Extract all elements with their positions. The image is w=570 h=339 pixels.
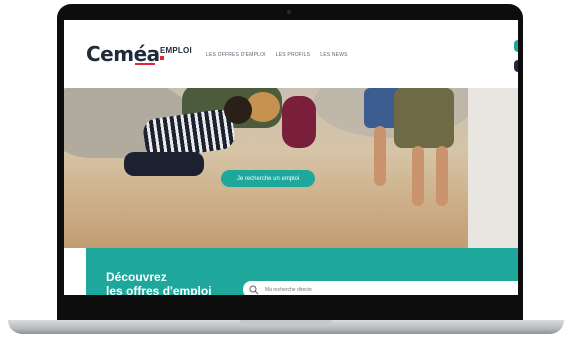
nav-item-news[interactable]: LES NEWS bbox=[320, 52, 347, 58]
search-icon bbox=[249, 285, 259, 294]
hero-person bbox=[282, 96, 316, 148]
search-input[interactable] bbox=[263, 285, 487, 294]
laptop-base-notch bbox=[240, 320, 332, 326]
side-tab-dark[interactable] bbox=[514, 60, 518, 72]
laptop-bezel-bottom bbox=[64, 295, 518, 305]
logo-suffix: EMPLOI bbox=[160, 46, 192, 55]
logo-accent-bar bbox=[135, 63, 155, 65]
hero-child-head bbox=[224, 96, 252, 124]
nav-item-offers[interactable]: LES OFFRES D'EMPLOI bbox=[206, 52, 266, 58]
main-nav: LES OFFRES D'EMPLOI LES PROFILS LES NEWS bbox=[206, 52, 348, 58]
site-header: Ceméa EMPLOI LES OFFRES D'EMPLOI LES PRO… bbox=[64, 20, 518, 88]
hero-person-shorts bbox=[394, 88, 454, 148]
laptop-camera bbox=[287, 10, 291, 14]
hero-leg bbox=[412, 146, 424, 206]
offers-band: Découvrez les offres d'emploi bbox=[86, 248, 518, 302]
nav-item-profiles[interactable]: LES PROFILS bbox=[276, 52, 310, 58]
logo-suffix-mark bbox=[160, 56, 164, 60]
hero-leg bbox=[374, 126, 386, 186]
side-tab-accent[interactable] bbox=[514, 40, 518, 52]
website-screen: Ceméa EMPLOI LES OFFRES D'EMPLOI LES PRO… bbox=[64, 20, 518, 302]
hero-side-panel bbox=[468, 88, 518, 248]
hero-child-legs bbox=[124, 152, 204, 176]
band-left-gap bbox=[64, 248, 86, 302]
hero-leg bbox=[436, 146, 448, 206]
hero-photo: Je recherche un emploi bbox=[64, 88, 518, 248]
job-search-button[interactable]: Je recherche un emploi bbox=[221, 170, 315, 187]
